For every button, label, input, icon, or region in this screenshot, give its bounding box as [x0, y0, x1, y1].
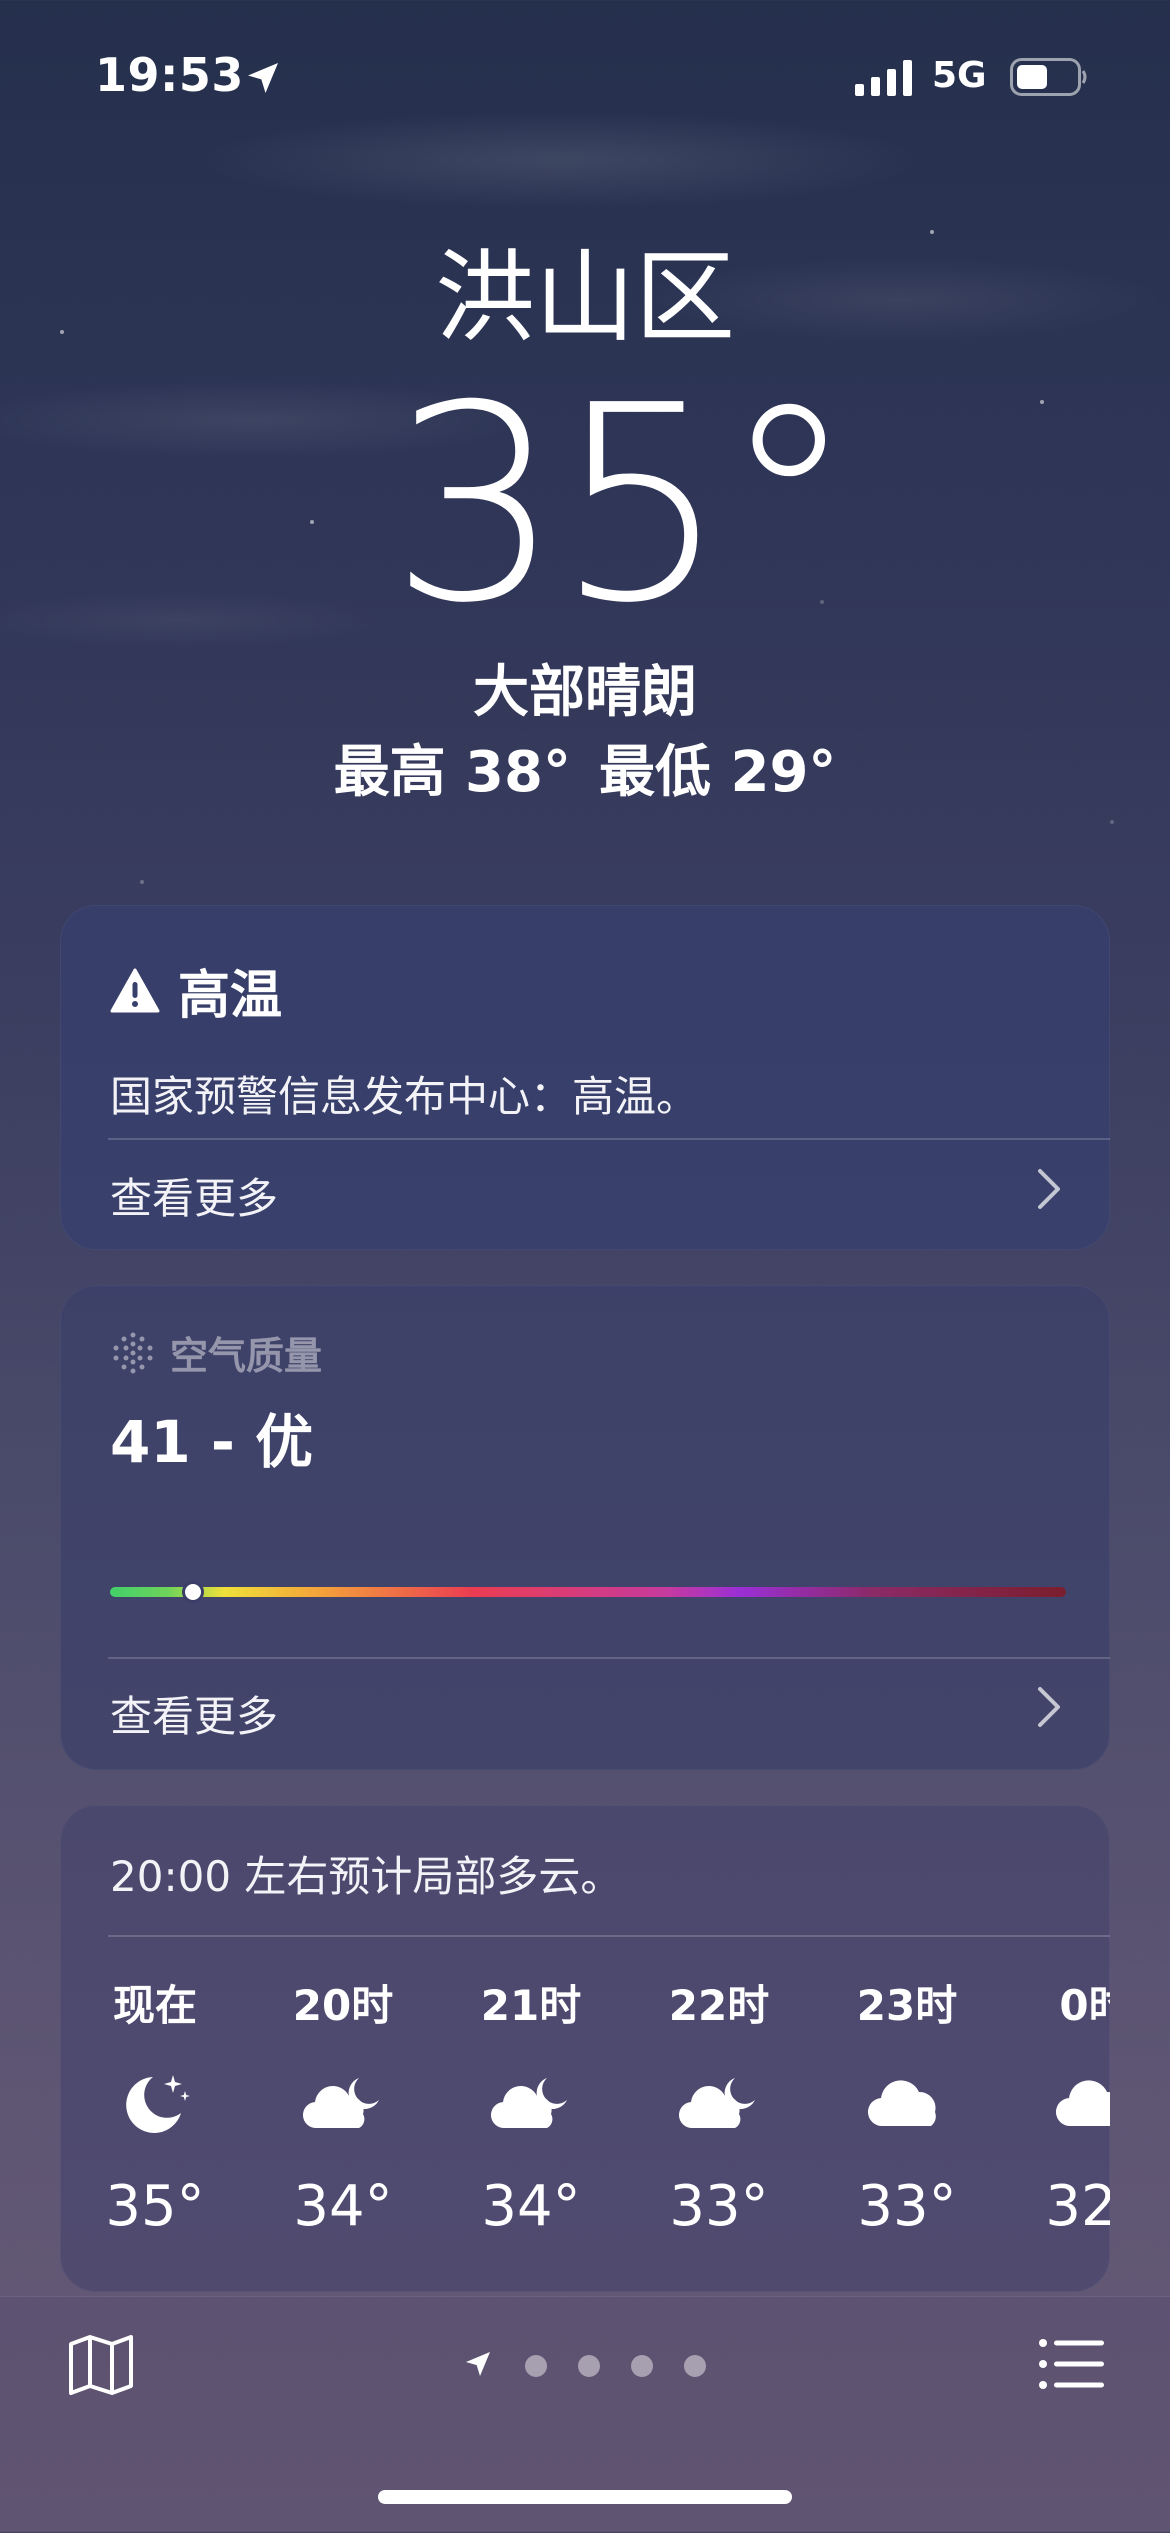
- high-temperature: 最高 38°: [333, 740, 571, 805]
- hour-item: 20时 34°: [278, 1985, 408, 2235]
- hour-label: 0时: [1059, 1981, 1110, 2030]
- city-name: 洪山区: [435, 239, 735, 356]
- aqi-header: 空气质量: [110, 1325, 322, 1380]
- divider: [108, 1138, 1110, 1140]
- cellular-signal-icon: [855, 60, 912, 96]
- hour-item: 23时 33°: [842, 1985, 972, 2235]
- page-dot: [684, 2355, 706, 2377]
- network-type: 5G: [932, 55, 987, 96]
- hour-temperature: 32°: [1045, 2174, 1110, 2239]
- page-dot: [525, 2355, 547, 2377]
- cloud-moon-icon: [678, 2078, 755, 2129]
- star: [1110, 820, 1114, 824]
- hour-label: 22时: [668, 1981, 770, 2030]
- alert-header: 高温: [110, 953, 282, 1028]
- hour-temperature: 33°: [857, 2174, 957, 2239]
- weather-condition: 大部晴朗: [473, 660, 697, 725]
- cloud-moon-icon: [302, 2078, 379, 2129]
- chevron-right-icon: [1038, 1687, 1060, 1727]
- page-dot: [578, 2355, 600, 2377]
- status-bar: 19:53 5G: [0, 0, 1170, 150]
- hour-temperature: 34°: [481, 2174, 581, 2239]
- current-temperature-value: 35°: [389, 347, 857, 662]
- hour-item: 21时 34°: [466, 1985, 596, 2235]
- location-arrow-icon: [248, 63, 278, 93]
- location-arrow-icon: [466, 2352, 490, 2376]
- alert-title: 高温: [178, 966, 283, 1026]
- low-temperature: 最低 29°: [599, 740, 837, 805]
- hour-temperature: 33°: [669, 2174, 769, 2239]
- air-quality-icon: [113, 1332, 153, 1373]
- divider: [108, 1657, 1110, 1659]
- hour-label: 现在: [112, 1981, 197, 2030]
- moon-stars-icon: [126, 2075, 190, 2133]
- hour-item: 现在 35°: [90, 1985, 220, 2235]
- air-quality-card[interactable]: 空气质量 41 - 优 查看更多: [60, 1285, 1110, 1770]
- cloud-moon-icon: [490, 2078, 567, 2129]
- hour-item: 22时 33°: [654, 1985, 784, 2235]
- high-low-temperatures: 最高 38° 最低 29°: [0, 742, 1170, 804]
- status-time: 19:53: [95, 48, 244, 102]
- map-icon[interactable]: [68, 2334, 134, 2396]
- battery-icon: [1010, 58, 1087, 96]
- aqi-level-indicator: [182, 1581, 205, 1603]
- current-temperature: 35°: [0, 370, 1170, 640]
- chevron-right-icon: [1038, 1169, 1060, 1209]
- hour-label: 21时: [480, 1981, 582, 2030]
- hourly-forecast-card[interactable]: 20:00 左右预计局部多云。 现在 35° 20时 34° 21时 34° 2…: [60, 1805, 1110, 2292]
- aqi-see-more[interactable]: 查看更多: [110, 1683, 278, 1744]
- page-indicator[interactable]: [460, 2346, 720, 2380]
- hour-label: 23时: [856, 1981, 958, 2030]
- hour-temperature: 35°: [105, 2174, 205, 2239]
- forecast-summary: 20:00 左右预计局部多云。: [110, 1852, 623, 1901]
- aqi-label: 空气质量: [170, 1334, 323, 1378]
- page-dot: [631, 2355, 653, 2377]
- alert-description: 国家预警信息发布中心：高温。: [110, 1072, 699, 1121]
- aqi-scale-bar: [110, 1587, 1066, 1597]
- hour-label: 20时: [292, 1981, 394, 2030]
- home-indicator[interactable]: [378, 2490, 792, 2504]
- hour-item: 0时 32°: [1030, 1985, 1110, 2235]
- warning-icon: [110, 968, 160, 1012]
- hour-temperature: 34°: [293, 2174, 393, 2239]
- hourly-forecast-list[interactable]: 现在 35° 20时 34° 21时 34° 22时 33° 23时 33° 0…: [90, 1985, 1110, 2285]
- alert-see-more[interactable]: 查看更多: [110, 1165, 278, 1226]
- weather-alert-card[interactable]: 高温 国家预警信息发布中心：高温。 查看更多: [60, 905, 1110, 1250]
- list-icon[interactable]: [1038, 2338, 1104, 2390]
- star: [930, 230, 934, 234]
- aqi-value: 41 - 优: [110, 1408, 314, 1476]
- cloud-icon: [1055, 2080, 1110, 2127]
- star: [140, 880, 144, 884]
- divider: [108, 1935, 1110, 1937]
- cloud-icon: [867, 2080, 936, 2127]
